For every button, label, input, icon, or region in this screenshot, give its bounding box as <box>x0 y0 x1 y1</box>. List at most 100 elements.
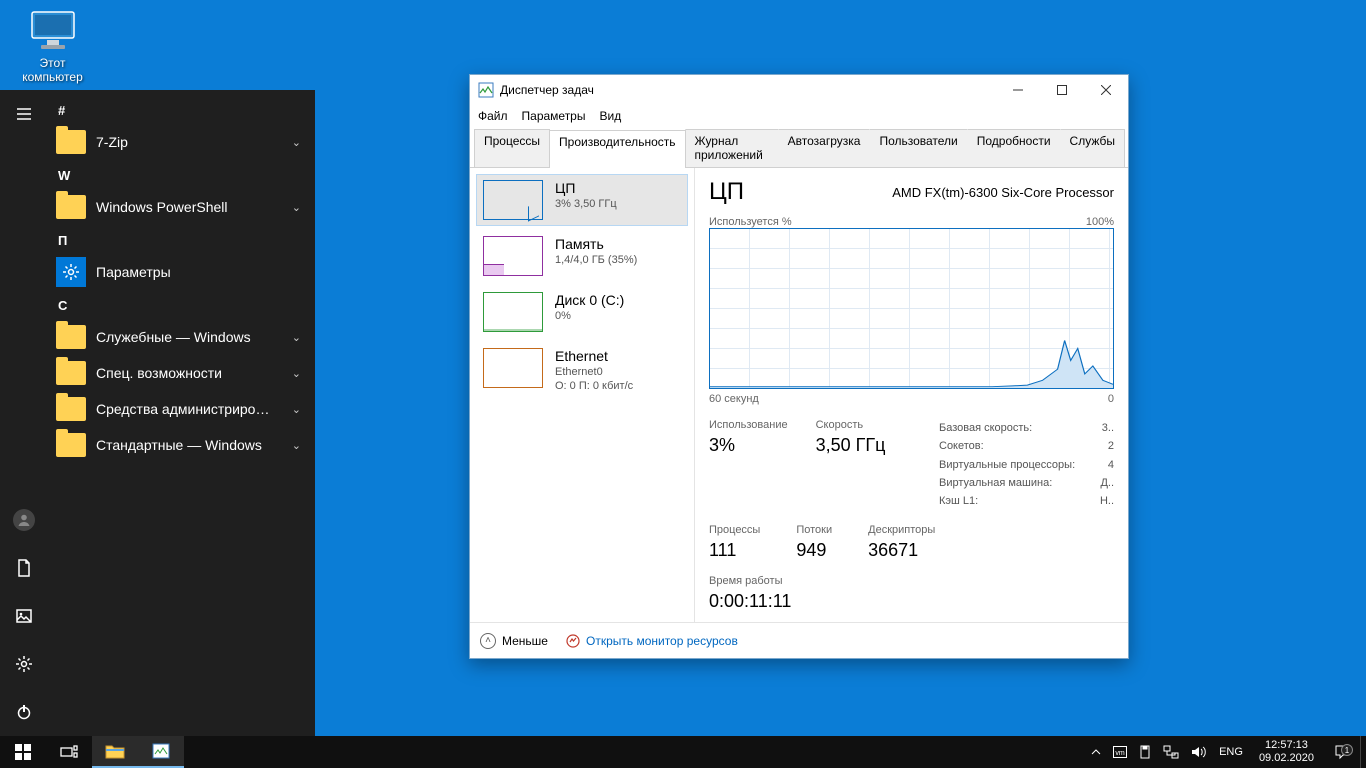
chevron-down-icon: ⌄ <box>292 201 301 214</box>
disk-mini-chart <box>483 292 543 332</box>
tab-services[interactable]: Службы <box>1060 129 1125 167</box>
sidebar-item-memory[interactable]: Память1,4/4,0 ГБ (35%) <box>476 230 688 282</box>
tab-details[interactable]: Подробности <box>967 129 1061 167</box>
start-menu-user-button[interactable] <box>0 496 48 544</box>
sockets-value: 2 <box>1108 437 1114 455</box>
task-view-button[interactable] <box>46 736 92 768</box>
usage-value: 3% <box>709 435 788 456</box>
fewer-details-label: Меньше <box>502 634 548 648</box>
minimize-button[interactable] <box>996 75 1040 105</box>
cpu-mini-chart <box>483 180 543 220</box>
tray-vm-icon[interactable]: vm <box>1107 736 1133 768</box>
sidebar-mem-sub: 1,4/4,0 ГБ (35%) <box>555 254 637 266</box>
app-letter-p[interactable]: П <box>48 225 315 254</box>
sidebar-eth-sub2: О: 0 П: 0 кбит/с <box>555 380 633 392</box>
app-windows-system[interactable]: Служебные — Windows ⌄ <box>48 319 315 355</box>
app-powershell[interactable]: Windows PowerShell ⌄ <box>48 189 315 225</box>
tab-app-history[interactable]: Журнал приложений <box>685 129 779 167</box>
svg-text:vm: vm <box>1115 750 1125 757</box>
start-menu-settings-button[interactable] <box>0 640 48 688</box>
app-accessories[interactable]: Стандартные — Windows ⌄ <box>48 427 315 463</box>
network-icon <box>1163 745 1179 759</box>
tab-startup[interactable]: Автозагрузка <box>778 129 871 167</box>
tray-volume-icon[interactable] <box>1185 736 1213 768</box>
titlebar[interactable]: Диспетчер задач <box>470 75 1128 105</box>
sidebar-eth-title: Ethernet <box>555 348 633 364</box>
sidebar-item-disk[interactable]: Диск 0 (C:)0% <box>476 286 688 338</box>
vm-label: Виртуальная машина: <box>939 474 1052 492</box>
app-7zip[interactable]: 7-Zip ⌄ <box>48 124 315 160</box>
tray-clock[interactable]: 12:57:13 09.02.2020 <box>1249 739 1324 765</box>
threads-value: 949 <box>796 540 832 561</box>
sidebar-eth-sub1: Ethernet0 <box>555 366 633 378</box>
taskbar-app-task-manager[interactable] <box>138 736 184 768</box>
folder-icon <box>56 397 86 421</box>
start-button[interactable] <box>0 736 46 768</box>
start-menu-pictures-button[interactable] <box>0 592 48 640</box>
start-menu-expand-button[interactable] <box>0 90 48 138</box>
app-letter-w[interactable]: W <box>48 160 315 189</box>
taskbar-app-explorer[interactable] <box>92 736 138 768</box>
cpu-name: AMD FX(tm)-6300 Six-Core Processor <box>892 185 1114 200</box>
processes-label: Процессы <box>709 524 760 536</box>
vproc-value: 4 <box>1108 456 1114 474</box>
sidebar-cpu-title: ЦП <box>555 180 617 196</box>
chart-top-left-label: Используется % <box>709 216 792 228</box>
tab-processes[interactable]: Процессы <box>474 129 550 167</box>
chevron-up-icon <box>1091 747 1101 757</box>
tab-users[interactable]: Пользователи <box>869 129 967 167</box>
close-button[interactable] <box>1084 75 1128 105</box>
start-menu-power-button[interactable] <box>0 688 48 736</box>
app-label: Стандартные — Windows <box>96 437 262 453</box>
desktop-icon-this-pc[interactable]: Этот компьютер <box>15 10 90 84</box>
maximize-button[interactable] <box>1040 75 1084 105</box>
app-label: Служебные — Windows <box>96 329 251 345</box>
tray-language[interactable]: ENG <box>1213 736 1249 768</box>
cpu-details: Базовая скорость:3.. Сокетов:2 Виртуальн… <box>939 419 1114 510</box>
chevron-down-icon: ⌄ <box>292 331 301 344</box>
sidebar-item-cpu[interactable]: ЦП3% 3,50 ГГц <box>476 174 688 226</box>
chart-top-right-label: 100% <box>1086 216 1114 228</box>
sidebar-item-ethernet[interactable]: Ethernet Ethernet0 О: 0 П: 0 кбит/с <box>476 342 688 398</box>
fewer-details-button[interactable]: ˄ Меньше <box>480 633 548 649</box>
menubar: Файл Параметры Вид <box>470 105 1128 127</box>
menu-file[interactable]: Файл <box>478 109 508 123</box>
task-manager-footer: ˄ Меньше Открыть монитор ресурсов <box>470 622 1128 658</box>
app-label: Спец. возможности <box>96 365 222 381</box>
action-center-button[interactable]: 1 <box>1324 744 1360 760</box>
cpu-usage-chart[interactable] <box>709 228 1114 389</box>
app-label: 7-Zip <box>96 134 128 150</box>
task-manager-window: Диспетчер задач Файл Параметры Вид Проце… <box>469 74 1129 659</box>
monitor-icon <box>29 10 77 52</box>
app-admin-tools[interactable]: Средства администрирования... ⌄ <box>48 391 315 427</box>
show-desktop-button[interactable] <box>1360 736 1366 768</box>
folder-icon <box>56 433 86 457</box>
tab-performance[interactable]: Производительность <box>549 130 685 168</box>
tray-drive-icon[interactable] <box>1133 736 1157 768</box>
usage-label: Использование <box>709 419 788 431</box>
desktop-icon-label: Этот компьютер <box>15 56 90 84</box>
start-menu-app-list[interactable]: # 7-Zip ⌄ W Windows PowerShell ⌄ П Парам… <box>48 90 315 736</box>
usb-drive-icon <box>1139 745 1151 759</box>
app-settings[interactable]: Параметры <box>48 254 315 290</box>
open-resource-monitor-link[interactable]: Открыть монитор ресурсов <box>566 634 738 648</box>
start-menu: # 7-Zip ⌄ W Windows PowerShell ⌄ П Парам… <box>0 90 315 736</box>
menu-view[interactable]: Вид <box>599 109 621 123</box>
open-resource-monitor-label: Открыть монитор ресурсов <box>586 634 738 648</box>
tray-show-hidden-button[interactable] <box>1085 736 1107 768</box>
chart-bottom-left-label: 60 секунд <box>709 393 759 405</box>
sidebar-disk-title: Диск 0 (C:) <box>555 292 624 308</box>
app-accessibility[interactable]: Спец. возможности ⌄ <box>48 355 315 391</box>
clock-date: 09.02.2020 <box>1259 752 1314 765</box>
app-letter-hash[interactable]: # <box>48 95 315 124</box>
maximize-icon <box>1057 85 1067 95</box>
task-view-icon <box>60 745 78 759</box>
resource-monitor-icon <box>566 634 580 648</box>
tray-network-icon[interactable] <box>1157 736 1185 768</box>
start-menu-documents-button[interactable] <box>0 544 48 592</box>
menu-options[interactable]: Параметры <box>522 109 586 123</box>
hamburger-icon <box>15 105 33 123</box>
cpu-chart-line <box>710 229 1113 388</box>
app-letter-s[interactable]: С <box>48 290 315 319</box>
vproc-label: Виртуальные процессоры: <box>939 456 1075 474</box>
